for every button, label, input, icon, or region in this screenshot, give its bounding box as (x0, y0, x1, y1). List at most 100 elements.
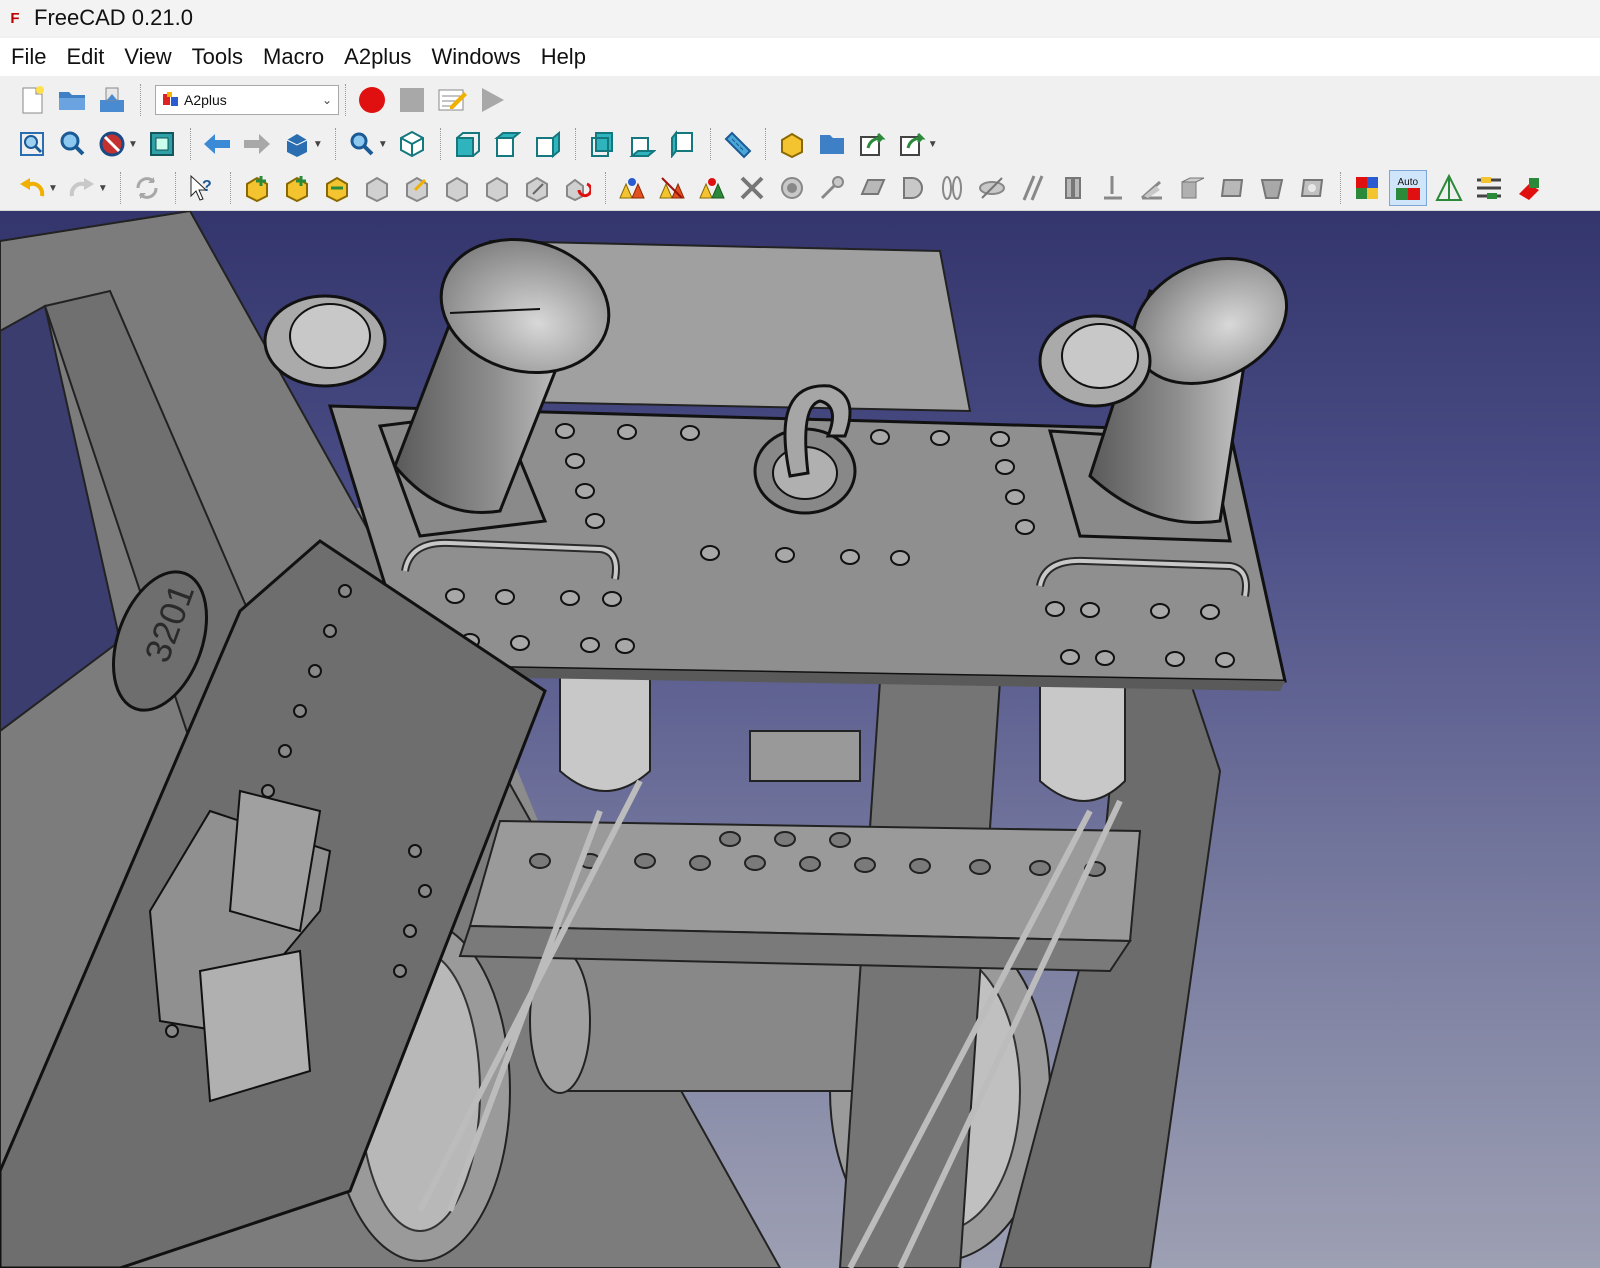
back-arrow-icon[interactable] (199, 126, 235, 162)
auto-solve-label: Auto (1397, 176, 1419, 188)
toolbar-separator (764, 128, 768, 160)
flip-direction-icon[interactable] (1431, 170, 1467, 206)
top-view-icon[interactable] (489, 126, 525, 162)
dropdown-arrow-icon[interactable]: ▼ (98, 183, 108, 194)
open-folder-icon[interactable] (54, 82, 90, 118)
dropdown-arrow-icon[interactable]: ▼ (313, 139, 323, 150)
toolbar-separator (229, 172, 233, 204)
menu-file[interactable]: File (0, 38, 56, 76)
move-part-icon[interactable] (439, 170, 475, 206)
duplicate-part-icon[interactable] (359, 170, 395, 206)
center-of-mass-icon[interactable] (1174, 170, 1210, 206)
point-on-plane-icon[interactable] (694, 170, 730, 206)
edit-macro-icon[interactable] (434, 82, 470, 118)
rear-view-icon[interactable] (584, 126, 620, 162)
isometric-view-icon[interactable] (394, 126, 430, 162)
constraint-list-icon[interactable] (1471, 170, 1507, 206)
surface-icon[interactable] (1294, 170, 1330, 206)
a2plus-toolbar: ▼ ▼ ? Auto (0, 166, 1600, 210)
left-view-icon[interactable] (664, 126, 700, 162)
dropdown-arrow-icon[interactable]: ▼ (928, 139, 938, 150)
edit-part-icon[interactable] (399, 170, 435, 206)
cylinder-face-icon[interactable] (1254, 170, 1290, 206)
toolbar-separator (604, 172, 608, 204)
menu-help[interactable]: Help (531, 38, 596, 76)
menu-a2plus[interactable]: A2plus (334, 38, 421, 76)
menu-windows[interactable]: Windows (421, 38, 530, 76)
record-macro-icon[interactable] (354, 82, 390, 118)
toolbar-separator (1339, 172, 1343, 204)
workbench-selected-value: A2plus (184, 92, 227, 108)
bounding-box-icon[interactable] (144, 126, 180, 162)
zoom-icon[interactable] (344, 126, 380, 162)
save-icon[interactable] (94, 82, 130, 118)
dropdown-arrow-icon[interactable]: ▼ (378, 139, 388, 150)
point-on-line-icon[interactable] (654, 170, 690, 206)
auto-solve-icon (1395, 187, 1420, 200)
measure-icon[interactable] (719, 126, 755, 162)
front-view-icon[interactable] (449, 126, 485, 162)
delete-constraints-icon[interactable] (734, 170, 770, 206)
toolbar-separator (140, 84, 143, 116)
toolbar-separator (334, 128, 338, 160)
title-bar: F FreeCAD 0.21.0 (0, 0, 1600, 36)
auto-solve-toggle[interactable]: Auto (1388, 170, 1427, 206)
cad-model-render: 3201 (0, 211, 1289, 1268)
link-icon[interactable] (854, 126, 890, 162)
add-part-icon[interactable] (239, 170, 275, 206)
toolbar-separator (574, 128, 578, 160)
axis-parallel-icon[interactable] (934, 170, 970, 206)
menu-bar: File Edit View Tools Macro A2plus Window… (0, 38, 1600, 76)
chevron-down-icon: ⌄ (321, 93, 332, 107)
menu-macro[interactable]: Macro (253, 38, 334, 76)
whats-this-icon[interactable]: ? (184, 170, 220, 206)
axis-plane-icon[interactable] (974, 170, 1010, 206)
add-shape-icon[interactable] (279, 170, 315, 206)
window-title: FreeCAD 0.21.0 (34, 5, 193, 30)
plane-constraint-icon[interactable] (854, 170, 890, 206)
3d-viewport[interactable]: 3201 (0, 211, 1600, 1268)
axial-constraint-icon[interactable] (894, 170, 930, 206)
solve-constraints-icon[interactable] (1349, 170, 1385, 206)
plane-coincident-icon[interactable] (1094, 170, 1130, 206)
link-actions-icon[interactable] (894, 126, 930, 162)
circular-edge-icon[interactable] (814, 170, 850, 206)
move-part-under-constraints-icon[interactable] (479, 170, 515, 206)
undo-icon[interactable] (14, 170, 50, 206)
new-document-icon[interactable] (14, 82, 50, 118)
planes-parallel-icon[interactable] (1054, 170, 1090, 206)
menu-edit[interactable]: Edit (56, 38, 114, 76)
fit-selection-icon[interactable] (54, 126, 90, 162)
create-part-icon[interactable] (774, 126, 810, 162)
file-toolbar: A2plus ⌄ (0, 78, 1600, 122)
duplicate-icon[interactable] (519, 170, 555, 206)
point-identity-icon[interactable] (614, 170, 650, 206)
dropdown-arrow-icon[interactable]: ▼ (48, 183, 58, 194)
view-toolbar: ▼ ▼ ▼ ▼ (0, 122, 1600, 166)
menu-view[interactable]: View (114, 38, 181, 76)
toolbar-separator (709, 128, 713, 160)
freecad-logo-icon: F (10, 9, 20, 27)
forward-arrow-icon[interactable] (239, 126, 275, 162)
stop-macro-icon[interactable] (394, 82, 430, 118)
sphere-center-icon[interactable] (774, 170, 810, 206)
bottom-view-icon[interactable] (624, 126, 660, 162)
face-icon[interactable] (1214, 170, 1250, 206)
convert-part-icon[interactable] (559, 170, 595, 206)
fit-all-icon[interactable] (14, 126, 50, 162)
toolbar-separator (439, 128, 443, 160)
draw-style-icon[interactable] (94, 126, 130, 162)
a2plus-tools-icon[interactable] (1511, 170, 1547, 206)
parallel-lines-icon[interactable] (1014, 170, 1050, 206)
redo-icon[interactable] (64, 170, 100, 206)
right-view-icon[interactable] (529, 126, 565, 162)
angled-planes-icon[interactable] (1134, 170, 1170, 206)
run-macro-icon[interactable] (474, 82, 510, 118)
refresh-icon[interactable] (129, 170, 165, 206)
menu-tools[interactable]: Tools (182, 38, 253, 76)
create-group-icon[interactable] (814, 126, 850, 162)
update-imported-icon[interactable] (319, 170, 355, 206)
dropdown-arrow-icon[interactable]: ▼ (128, 139, 138, 150)
workbench-selector[interactable]: A2plus ⌄ (155, 85, 339, 115)
std-view-icon[interactable] (279, 126, 315, 162)
